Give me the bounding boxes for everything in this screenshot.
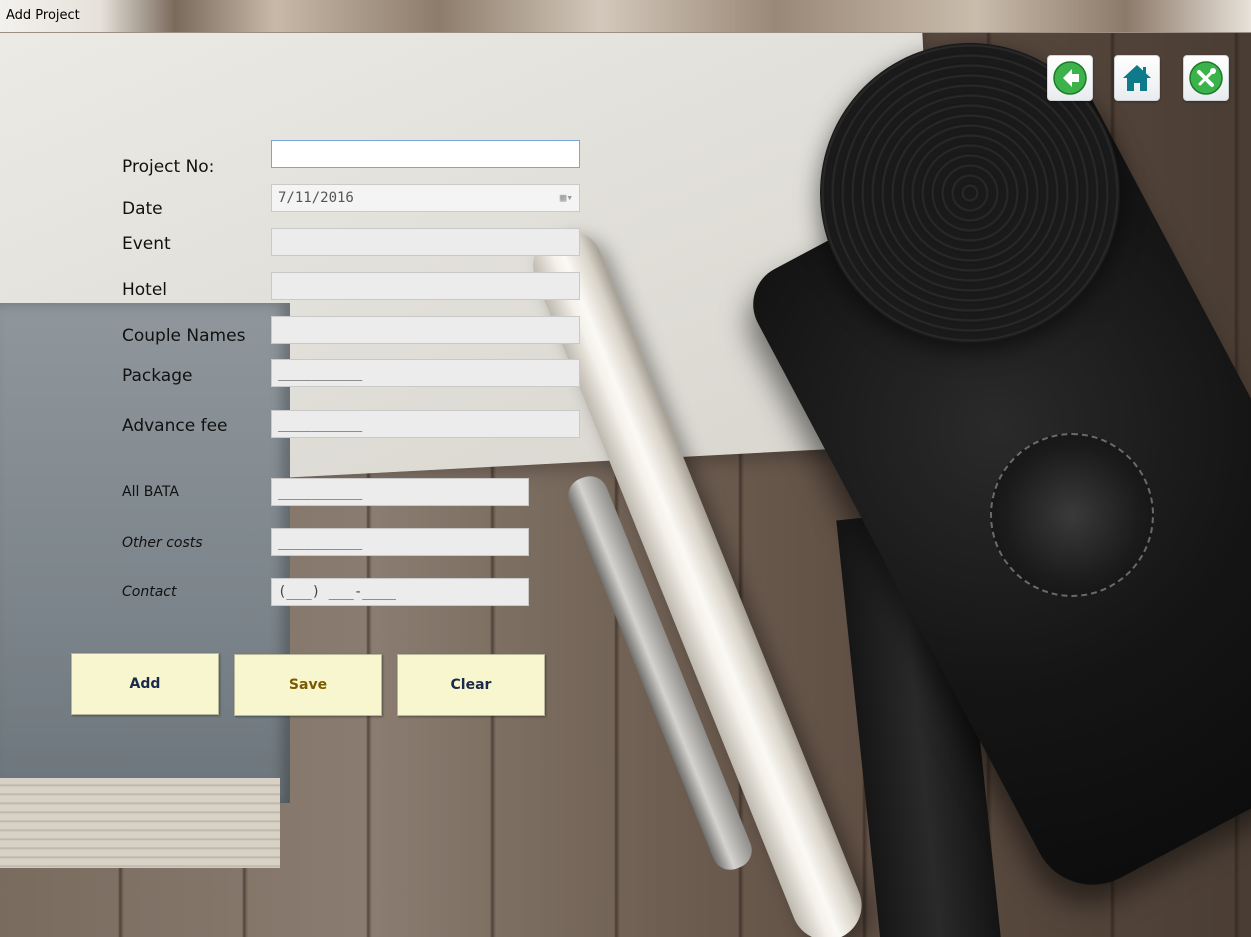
advance-fee-input[interactable]: __________: [271, 410, 580, 438]
date-value: 7/11/2016: [278, 190, 354, 206]
notebook-pages: [0, 778, 280, 868]
couple-names-input[interactable]: [271, 316, 580, 344]
project-no-text[interactable]: [278, 141, 573, 167]
tools-button[interactable]: [1183, 55, 1229, 101]
contact-input[interactable]: (___) ___-____: [271, 578, 529, 606]
package-mask: __________: [278, 365, 363, 381]
arrow-left-icon: [1053, 61, 1087, 95]
title-bar: Add Project: [0, 0, 1251, 33]
date-label: Date: [122, 199, 163, 219]
home-button[interactable]: [1114, 55, 1160, 101]
camera-dial: [990, 433, 1154, 597]
clear-button[interactable]: Clear: [397, 654, 545, 716]
add-button-label: Add: [129, 676, 161, 692]
advance-fee-label: Advance fee: [122, 416, 228, 436]
all-bata-input[interactable]: __________: [271, 478, 529, 506]
project-no-label: Project No:: [122, 157, 215, 177]
event-label: Event: [122, 234, 171, 254]
all-bata-mask: __________: [278, 484, 363, 500]
contact-mask: (___) ___-____: [278, 584, 397, 600]
hotel-input[interactable]: [271, 272, 580, 300]
window-title: Add Project: [6, 8, 80, 23]
other-costs-mask: __________: [278, 534, 363, 550]
home-icon: [1123, 65, 1151, 91]
date-picker[interactable]: 7/11/2016 ▦▾: [271, 184, 580, 212]
calendar-dropdown-icon[interactable]: ▦▾: [555, 191, 573, 205]
event-input[interactable]: [271, 228, 580, 256]
hotel-label: Hotel: [122, 280, 168, 300]
clear-button-label: Clear: [450, 677, 492, 693]
all-bata-label: All BATA: [122, 484, 179, 500]
advance-fee-mask: __________: [278, 416, 363, 432]
other-costs-input[interactable]: __________: [271, 528, 529, 556]
other-costs-label: Other costs: [122, 535, 203, 551]
back-button[interactable]: [1047, 55, 1093, 101]
add-button[interactable]: Add: [71, 653, 219, 715]
package-input[interactable]: __________: [271, 359, 580, 387]
save-button[interactable]: Save: [234, 654, 382, 716]
package-label: Package: [122, 366, 193, 386]
project-no-input[interactable]: [271, 140, 580, 168]
couple-names-label: Couple Names: [122, 326, 246, 346]
contact-label: Contact: [122, 584, 177, 600]
save-button-label: Save: [288, 677, 328, 693]
tools-icon: [1189, 61, 1223, 95]
